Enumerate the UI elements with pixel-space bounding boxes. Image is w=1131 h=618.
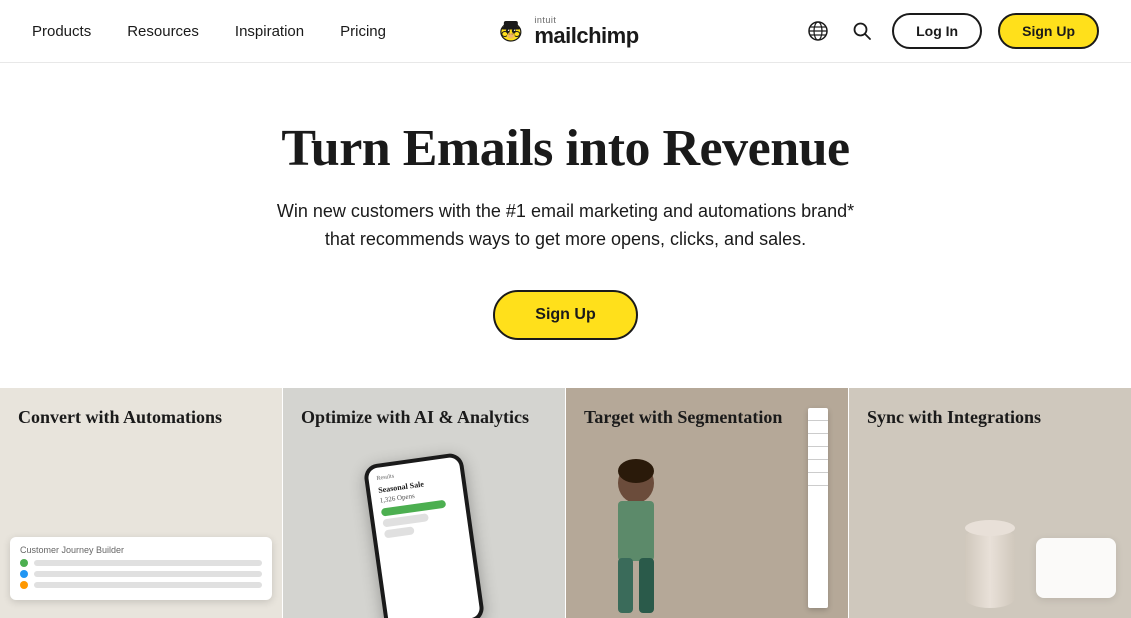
mock-line-3	[34, 582, 262, 588]
hero-headline: Turn Emails into Revenue	[40, 119, 1091, 178]
nav-resources[interactable]: Resources	[127, 23, 199, 40]
ruler-tick-3	[808, 446, 828, 447]
nav-pricing[interactable]: Pricing	[340, 23, 386, 40]
phone-screen: Results Seasonal Sale 1,326 Opens	[367, 456, 481, 618]
nav-inspiration[interactable]: Inspiration	[235, 23, 304, 40]
mock-row-2	[20, 570, 262, 578]
cylinder-shape	[965, 528, 1015, 608]
mock-row-1	[20, 559, 262, 567]
mock-dot-blue	[20, 570, 28, 578]
mock-row-3	[20, 581, 262, 589]
feature-integrations-title: Sync with Integrations	[867, 406, 1113, 429]
mock-title: Customer Journey Builder	[20, 545, 262, 555]
ruler-tick-2	[808, 433, 828, 434]
search-icon[interactable]	[848, 17, 876, 45]
nav-signup-button[interactable]: Sign Up	[998, 13, 1099, 49]
person-silhouette	[596, 453, 676, 618]
mailchimp-monkey-icon	[492, 13, 528, 49]
hero-signup-button[interactable]: Sign Up	[493, 290, 637, 340]
nav-products[interactable]: Products	[32, 23, 91, 40]
ruler-tick-1	[808, 420, 828, 421]
integration-card-mock	[1036, 538, 1116, 598]
globe-icon[interactable]	[804, 17, 832, 45]
hero-section: Turn Emails into Revenue Win new custome…	[0, 63, 1131, 388]
ruler-tick-4	[808, 459, 828, 460]
logo-text: intuit mailchimp	[534, 16, 638, 47]
login-button[interactable]: Log In	[892, 13, 982, 49]
feature-automations[interactable]: Convert with Automations Customer Journe…	[0, 388, 283, 618]
hero-subtext: Win new customers with the #1 email mark…	[266, 198, 866, 254]
feature-ai-analytics[interactable]: Optimize with AI & Analytics Results Sea…	[283, 388, 566, 618]
customer-journey-mock: Customer Journey Builder	[10, 537, 272, 600]
phone-bar-3	[384, 526, 415, 538]
mock-line-2	[34, 571, 262, 577]
ruler-tick-6	[808, 485, 828, 486]
cylinder-decoration	[965, 528, 1015, 608]
logo-mailchimp-label: mailchimp	[534, 25, 638, 47]
feature-segmentation[interactable]: Target with Segmentation	[566, 388, 849, 618]
nav-right: Log In Sign Up	[804, 13, 1099, 49]
mock-dot-orange	[20, 581, 28, 589]
feature-automations-title: Convert with Automations	[18, 406, 264, 429]
mock-line-1	[34, 560, 262, 566]
navigation: Products Resources Inspiration Pricing i…	[0, 0, 1131, 63]
features-section: Convert with Automations Customer Journe…	[0, 388, 1131, 618]
ruler-decoration	[808, 408, 828, 608]
feature-ai-title: Optimize with AI & Analytics	[301, 406, 547, 429]
feature-integrations[interactable]: Sync with Integrations	[849, 388, 1131, 618]
ruler-tick-5	[808, 472, 828, 473]
nav-left: Products Resources Inspiration Pricing	[32, 23, 386, 40]
feature-segmentation-title: Target with Segmentation	[584, 406, 830, 429]
mock-dot-green	[20, 559, 28, 567]
logo[interactable]: intuit mailchimp	[492, 13, 638, 49]
